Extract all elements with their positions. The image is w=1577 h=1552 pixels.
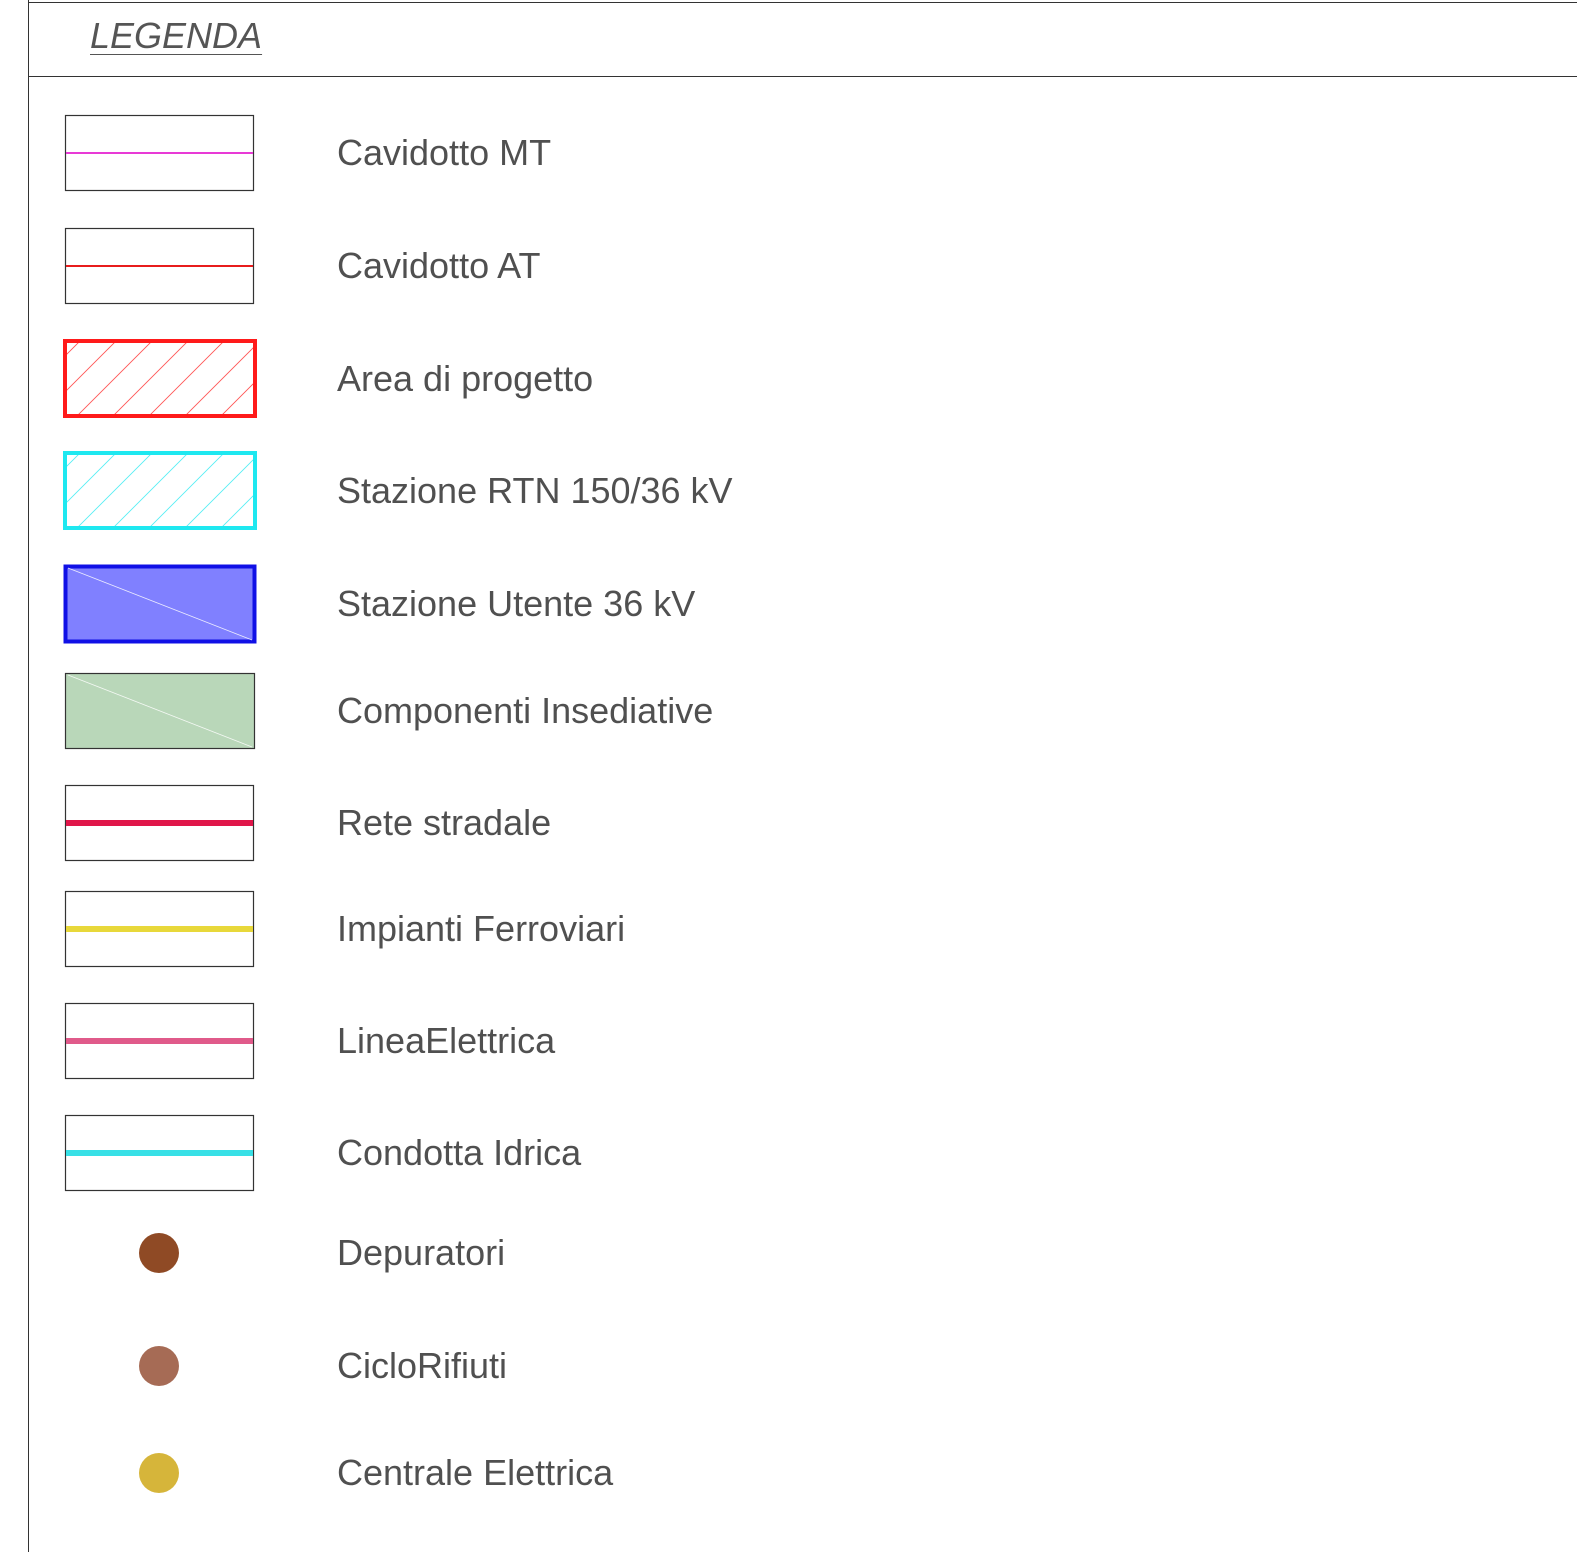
legend-item-label: Centrale Elettrica (337, 1452, 614, 1493)
line-symbol-icon (62, 783, 258, 863)
line-symbol-icon (62, 113, 258, 193)
legend-frame-top (28, 2, 1577, 3)
legend-item-cavidotto-mt: Cavidotto MT (0, 113, 1577, 193)
legend-item-label: Componenti Insediative (337, 690, 714, 731)
hatched-box-symbol-icon (62, 339, 258, 419)
legend-item-ciclorifiuti: CicloRifiuti (0, 1326, 1577, 1406)
legend-title: LEGENDA (90, 15, 263, 56)
legend-item-componenti-insediative: Componenti Insediative (0, 671, 1577, 751)
legend-item-label: Stazione Utente 36 kV (337, 583, 696, 624)
filled-box-symbol-icon (62, 564, 258, 644)
legend-item-stazione-rtn-150-36-kv: Stazione RTN 150/36 kV (0, 451, 1577, 531)
legend-item-label: Impianti Ferroviari (337, 908, 626, 949)
filled-box-symbol-icon (62, 671, 258, 751)
legend-item-impianti-ferroviari: Impianti Ferroviari (0, 889, 1577, 969)
legend-item-cavidotto-at: Cavidotto AT (0, 226, 1577, 306)
dot-symbol-icon (62, 1433, 258, 1513)
legend-item-label: LineaElettrica (337, 1020, 556, 1061)
legend-header-divider (28, 76, 1577, 77)
line-symbol-icon (62, 1001, 258, 1081)
legend-item-stazione-utente-36-kv: Stazione Utente 36 kV (0, 564, 1577, 644)
legend-item-label: Area di progetto (337, 358, 594, 399)
hatched-box-symbol-icon (62, 451, 258, 531)
legend-item-label: Depuratori (337, 1232, 506, 1273)
legend-item-label: Cavidotto AT (337, 245, 541, 286)
legend-item-label: Condotta Idrica (337, 1132, 582, 1173)
line-symbol-icon (62, 226, 258, 306)
dot-symbol-icon (62, 1213, 258, 1293)
legend-item-label: Rete stradale (337, 802, 552, 843)
line-symbol-icon (62, 1113, 258, 1193)
legend-item-area-di-progetto: Area di progetto (0, 339, 1577, 419)
legend-item-label: Cavidotto MT (337, 132, 552, 173)
legend-item-depuratori: Depuratori (0, 1213, 1577, 1293)
legend-item-lineaelettrica: LineaElettrica (0, 1001, 1577, 1081)
dot-symbol-icon (62, 1326, 258, 1406)
line-symbol-icon (62, 889, 258, 969)
legend-item-label: CicloRifiuti (337, 1345, 508, 1386)
legend-item-rete-stradale: Rete stradale (0, 783, 1577, 863)
legend-item-condotta-idrica: Condotta Idrica (0, 1113, 1577, 1193)
legend-item-label: Stazione RTN 150/36 kV (337, 470, 733, 511)
legend-item-centrale-elettrica: Centrale Elettrica (0, 1433, 1577, 1513)
